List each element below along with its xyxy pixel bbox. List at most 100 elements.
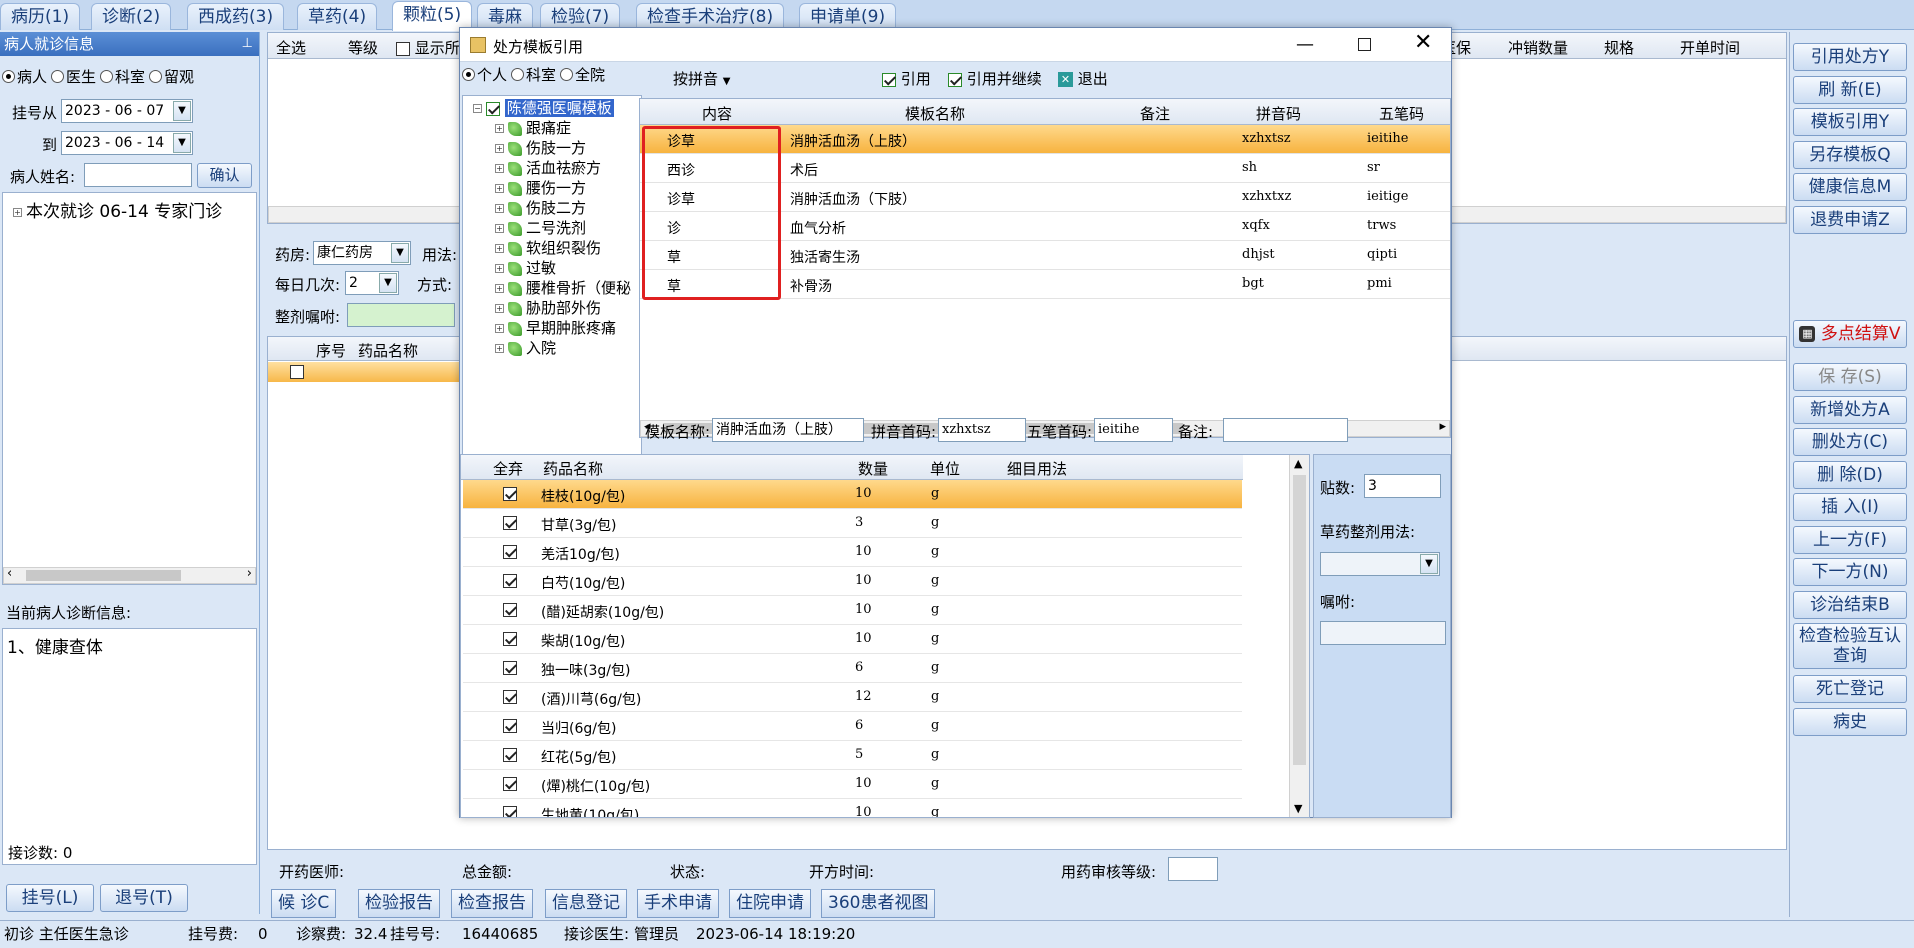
- tab-medical-record[interactable]: 病历(1): [0, 3, 81, 30]
- death-register-button[interactable]: 死亡登记: [1793, 675, 1907, 703]
- tab-request-form[interactable]: 申请单(9): [799, 3, 897, 30]
- expand-icon[interactable]: +: [495, 264, 504, 273]
- expand-icon[interactable]: +: [495, 204, 504, 213]
- table-row[interactable]: [268, 362, 468, 382]
- save-template-button[interactable]: 另存模板Q: [1793, 141, 1907, 169]
- lab-report-button[interactable]: 检验报告: [358, 889, 440, 918]
- freq-select[interactable]: 2 ▼: [345, 271, 399, 295]
- patient-name-input[interactable]: [84, 163, 192, 187]
- delete-button[interactable]: 删 除(D): [1793, 461, 1907, 489]
- checkbox-icon[interactable]: [503, 806, 517, 817]
- finish-treatment-button[interactable]: 诊治结束B: [1793, 591, 1907, 619]
- reg-from-date[interactable]: 2023 - 06 - 07 ▼: [61, 99, 193, 123]
- table-row[interactable]: 羌活10g/包) 10 g: [463, 538, 1242, 567]
- chevron-down-icon[interactable]: ▼: [379, 273, 397, 293]
- use-button[interactable]: 引用: [882, 68, 931, 89]
- tab-western-medicine[interactable]: 西成药(3): [187, 3, 285, 30]
- table-row[interactable]: 当归(6g/包) 6 g: [463, 712, 1242, 741]
- waiting-button[interactable]: 候 诊C: [271, 889, 337, 918]
- minimize-icon[interactable]: —: [1296, 34, 1314, 55]
- insert-button[interactable]: 插 入(I): [1793, 493, 1907, 521]
- history-button[interactable]: 病史: [1793, 708, 1907, 736]
- table-row[interactable]: 独一味(3g/包) 6 g: [463, 654, 1242, 683]
- checkbox-icon[interactable]: [503, 690, 517, 704]
- checkbox-icon[interactable]: [503, 545, 517, 559]
- checkbox-icon[interactable]: [396, 41, 410, 56]
- expand-icon[interactable]: +: [495, 184, 504, 193]
- unregister-button[interactable]: 退号(T): [100, 884, 188, 912]
- scroll-thumb[interactable]: [26, 570, 181, 581]
- note-field[interactable]: [1223, 418, 1348, 442]
- horizontal-scrollbar[interactable]: ‹ ›: [3, 566, 256, 584]
- expand-icon[interactable]: +: [495, 144, 504, 153]
- checkbox-icon[interactable]: [503, 777, 517, 791]
- hospitalization-request-button[interactable]: 住院申请: [729, 889, 811, 918]
- health-info-button[interactable]: 健康信息M: [1793, 173, 1907, 201]
- close-icon[interactable]: ✕: [1414, 30, 1432, 55]
- prev-prescription-button[interactable]: 上一方(F): [1793, 526, 1907, 554]
- patient-360-view-button[interactable]: 360患者视图: [821, 889, 936, 918]
- tree-item[interactable]: + 入院: [495, 338, 556, 358]
- tree-item[interactable]: + 跟痛症: [495, 118, 571, 138]
- use-prescription-button[interactable]: 引用处方Y: [1793, 43, 1907, 71]
- scroll-right-icon[interactable]: ›: [247, 566, 252, 581]
- confirm-button[interactable]: 确认: [197, 163, 252, 188]
- wubi-field[interactable]: ieitihe: [1094, 418, 1173, 442]
- tree-item[interactable]: + 胁肋部外伤: [495, 298, 601, 318]
- refresh-button[interactable]: 刷 新(E): [1793, 76, 1907, 104]
- advice-input[interactable]: [1320, 621, 1446, 645]
- new-prescription-button[interactable]: 新增处方A: [1793, 396, 1907, 424]
- herb-usage-select[interactable]: ▼: [1320, 552, 1440, 576]
- tree-item[interactable]: + 过敏: [495, 258, 556, 278]
- checkbox-icon[interactable]: [503, 603, 517, 617]
- mutual-recognition-button[interactable]: 检查检验互认查询: [1793, 623, 1907, 669]
- use-and-continue-button[interactable]: 引用并继续: [948, 68, 1042, 89]
- radio-observation[interactable]: 留观: [149, 66, 194, 87]
- surgery-request-button[interactable]: 手术申请: [637, 889, 719, 918]
- table-row[interactable]: (酒)川芎(6g/包) 12 g: [463, 683, 1242, 712]
- audit-input[interactable]: [1168, 857, 1218, 881]
- maximize-icon[interactable]: [1358, 38, 1371, 51]
- scroll-up-icon[interactable]: ▲: [1294, 457, 1302, 470]
- checkbox-icon[interactable]: [503, 516, 517, 530]
- table-row[interactable]: 柴胡(10g/包) 10 g: [463, 625, 1242, 654]
- tab-exam-surgery[interactable]: 检查手术治疗(8): [636, 3, 785, 30]
- table-row[interactable]: (燀)桃仁(10g/包) 10 g: [463, 770, 1242, 799]
- template-name-field[interactable]: 消肿活血汤（上肢）: [712, 418, 864, 442]
- tree-item[interactable]: + 伤肢一方: [495, 138, 586, 158]
- tab-narcotic[interactable]: 毒麻: [477, 3, 533, 30]
- table-row[interactable]: 红花(5g/包) 5 g: [463, 741, 1242, 770]
- expand-icon[interactable]: +: [495, 244, 504, 253]
- radio-doctor[interactable]: 医生: [51, 66, 96, 87]
- info-register-button[interactable]: 信息登记: [545, 889, 627, 918]
- scroll-right-icon[interactable]: ▸: [1439, 419, 1446, 434]
- tab-herbal[interactable]: 草药(4): [297, 3, 378, 30]
- sort-dropdown[interactable]: 按拼音 ▼: [673, 68, 773, 90]
- expand-icon[interactable]: +: [495, 344, 504, 353]
- expand-icon[interactable]: +: [495, 164, 504, 173]
- tree-item[interactable]: + 活血祛瘀方: [495, 158, 601, 178]
- expand-icon[interactable]: +: [495, 324, 504, 333]
- table-row[interactable]: 桂枝(10g/包) 10 g: [463, 480, 1242, 509]
- chevron-down-icon[interactable]: ▼: [173, 101, 191, 121]
- checkbox-icon[interactable]: [503, 719, 517, 733]
- table-row[interactable]: 生地黄(10g/包) 10 g: [463, 799, 1242, 817]
- delete-prescription-button[interactable]: 删处方(C): [1793, 428, 1907, 456]
- register-button[interactable]: 挂号(L): [6, 884, 94, 912]
- tree-item[interactable]: + 早期肿胀疼痛: [495, 318, 616, 338]
- refund-request-button[interactable]: 退费申请Z: [1793, 206, 1907, 234]
- radio-personal[interactable]: 个人: [462, 64, 507, 85]
- checkbox-icon[interactable]: [290, 365, 304, 379]
- expand-icon[interactable]: +: [495, 124, 504, 133]
- col-select-all[interactable]: 全选: [276, 37, 306, 58]
- chevron-down-icon[interactable]: ▼: [391, 243, 409, 263]
- col-discard-all[interactable]: 全弃: [493, 458, 523, 479]
- chevron-down-icon[interactable]: ▼: [1420, 554, 1438, 574]
- expand-icon[interactable]: +: [13, 207, 22, 217]
- collapse-icon[interactable]: −: [473, 104, 482, 113]
- radio-patient[interactable]: 病人: [2, 66, 47, 87]
- dose-input[interactable]: 3: [1364, 474, 1441, 498]
- table-row[interactable]: 白芍(10g/包) 10 g: [463, 567, 1242, 596]
- tree-item[interactable]: + 伤肢二方: [495, 198, 586, 218]
- exam-report-button[interactable]: 检查报告: [451, 889, 533, 918]
